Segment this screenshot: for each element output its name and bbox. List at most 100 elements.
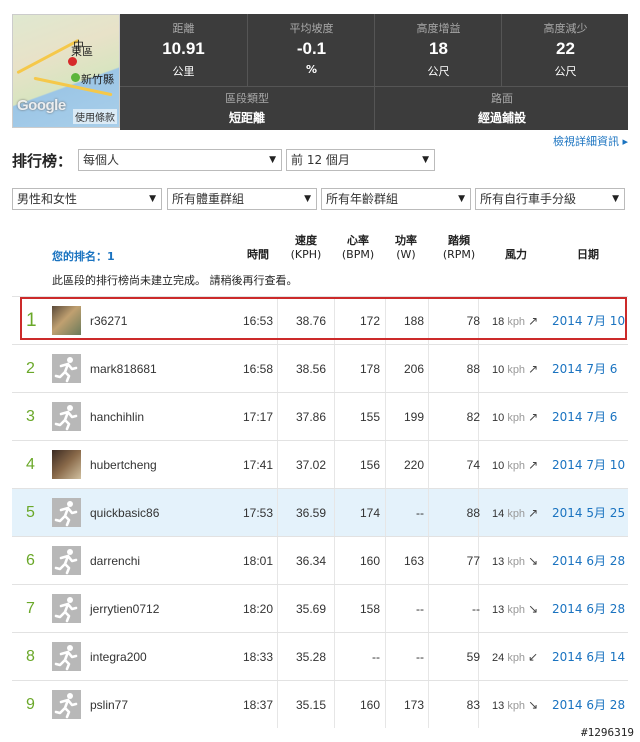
table-row[interactable]: 1 r36271 16:53 38.76 172 188 78 18 kph ↗ 2014 7月… [12,296,628,344]
filter-gender-select[interactable]: 男性和女性 ▼ [12,188,162,210]
stat-unit: 公里 [172,65,195,78]
athlete-name-link[interactable]: jerrytien0712 [90,585,159,633]
cell-power: 163 [403,554,424,568]
rank-number: 2 [26,360,35,377]
avatar[interactable] [52,594,81,623]
wind-cell: 10 kph ↗ [492,345,538,394]
activity-date-link[interactable]: 2014 6月 28 [552,681,625,729]
watermark: #1296319 [581,726,634,739]
athlete-name-link[interactable]: hubertcheng [90,441,157,489]
map-terms-link[interactable]: 使用條款 [73,109,117,124]
select-value: 每個人 [83,153,120,167]
wind-direction-icon: ↗ [528,506,539,520]
avatar[interactable] [52,498,81,527]
avatar[interactable] [52,306,81,335]
stat-label: 平均坡度 [289,22,334,35]
cell-hr: 160 [359,698,380,712]
rank-number: 7 [26,600,35,617]
avatar[interactable] [52,690,81,719]
header-date: 日期 [577,248,599,261]
wind-unit: kph [507,604,526,616]
athlete-name-link[interactable]: mark818681 [90,345,157,393]
stat-segment-type: 區段類型 短距離 [120,87,374,130]
chevron-down-icon: ▼ [304,194,311,204]
stat-value: 10.91 [162,39,205,58]
table-row[interactable]: 6 darrenchi 18:01 36.34 160 163 77 13 kph ↘ 2014… [12,536,628,584]
activity-date-link[interactable]: 2014 7月 10 [552,297,625,345]
activity-date-link[interactable]: 2014 7月 10 [552,441,625,489]
athlete-name-link[interactable]: integra200 [90,633,147,681]
filter-class-select[interactable]: 所有自行車手分級 ▼ [475,188,625,210]
athlete-name-link[interactable]: quickbasic86 [90,489,159,537]
wind-unit: kph [507,364,526,376]
table-row[interactable]: 4 hubertcheng 17:41 37.02 156 220 74 10 kph ↗ 20… [12,440,628,488]
athlete-name-link[interactable]: r36271 [90,297,127,345]
wind-speed: 10 [492,412,505,424]
stat-value: -0.1 [296,39,327,58]
table-row[interactable]: 5 quickbasic86 17:53 36.59 174 -- 88 14 kph ↗ 20… [12,488,628,536]
cell-speed: 35.15 [295,698,326,712]
wind-speed: 10 [492,364,505,376]
wind-direction-icon: ↗ [528,458,539,472]
stat-unit: % [305,63,318,76]
table-row[interactable]: 8 integra200 18:33 35.28 -- -- 59 24 kph ↙ 2014 … [12,632,628,680]
cell-cadence: 78 [466,314,480,328]
cell-cadence: 88 [466,362,480,376]
wind-direction-icon: ↘ [528,554,539,568]
avatar[interactable] [52,354,81,383]
stat-unit: 公尺 [427,65,450,78]
avatar[interactable] [52,642,81,671]
cell-speed: 37.02 [295,458,326,472]
filter-weight-select[interactable]: 所有體重群組 ▼ [167,188,317,210]
athlete-name-link[interactable]: darrenchi [90,537,140,585]
header-unit: (BPM) [341,248,375,261]
header-unit: (RPM) [442,248,476,261]
avatar[interactable] [52,402,81,431]
column-divider [277,345,278,392]
table-row[interactable]: 3 hanchihlin 17:17 37.86 155 199 82 10 kph ↗ 201… [12,392,628,440]
wind-direction-icon: ↗ [528,314,539,328]
stat-surface: 路面 經過鋪設 [374,87,629,130]
activity-date-link[interactable]: 2014 7月 6 [552,393,617,441]
activity-date-link[interactable]: 2014 5月 25 [552,489,625,537]
map-pin-icon [68,57,77,66]
avatar[interactable] [52,546,81,575]
filter-who-select[interactable]: 每個人 ▼ [78,149,282,171]
wind-cell: 24 kph ↙ [492,633,538,682]
avatar[interactable] [52,450,81,479]
cell-time: 18:20 [242,602,273,616]
column-divider [277,537,278,584]
cell-hr: 158 [359,602,380,616]
wind-cell: 13 kph ↘ [492,585,538,634]
select-value: 前 12 個月 [291,153,350,167]
leaderboard-note: 此區段的排行榜尚未建立完成。 請稍後再行查看。 [52,274,298,287]
table-row[interactable]: 2 mark818681 16:58 38.56 178 206 88 10 kph ↗ 201… [12,344,628,392]
wind-cell: 13 kph ↘ [492,537,538,586]
wind-cell: 18 kph ↗ [492,297,538,346]
table-row[interactable]: 9 pslin77 18:37 35.15 160 173 83 13 kph ↘ 2014 6… [12,680,628,728]
select-value: 所有自行車手分級 [480,192,577,206]
chevron-down-icon: ▼ [269,155,276,165]
wind-speed: 14 [492,508,505,520]
filter-period-select[interactable]: 前 12 個月 ▼ [286,149,435,171]
table-row[interactable]: 7 jerrytien0712 18:20 35.69 158 -- -- 13 kph ↘ 2… [12,584,628,632]
activity-date-link[interactable]: 2014 7月 6 [552,345,617,393]
map-pin-icon [71,73,80,82]
activity-date-link[interactable]: 2014 6月 28 [552,585,625,633]
athlete-name-link[interactable]: pslin77 [90,681,128,729]
wind-unit: kph [507,700,526,712]
header-unit: (W) [396,248,416,261]
athlete-name-link[interactable]: hanchihlin [90,393,144,441]
select-value: 所有年齡群組 [326,192,399,206]
view-details-link[interactable]: 檢視詳細資訊 ▸ [553,133,628,149]
activity-date-link[interactable]: 2014 6月 28 [552,537,625,585]
filter-age-select[interactable]: 所有年齡群組 ▼ [321,188,471,210]
column-divider [277,441,278,488]
cell-hr: 178 [359,362,380,376]
wind-unit: kph [507,508,526,520]
header-time: 時間 [247,248,269,261]
segment-map[interactable]: 中 東區 新竹縣 Google 使用條款 [12,14,120,128]
stat-value: 18 [429,39,448,58]
header-cadence: 踏頻 (RPM) [434,234,484,262]
activity-date-link[interactable]: 2014 6月 14 [552,633,625,681]
